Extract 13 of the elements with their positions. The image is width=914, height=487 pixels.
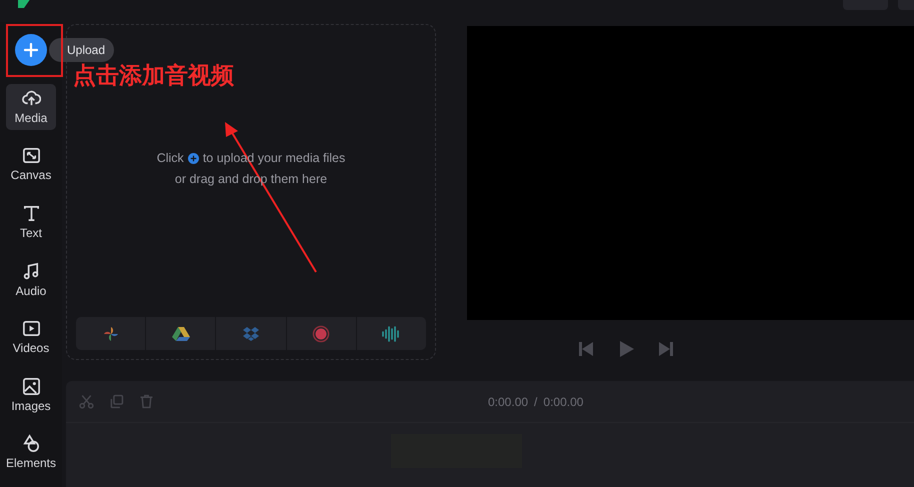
annotation-text: 点击添加音视频 xyxy=(73,61,234,90)
sidebar-item[interactable]: Audio xyxy=(6,256,56,302)
current-time: 0:00.00 xyxy=(488,394,528,408)
upload-tooltip: Upload xyxy=(49,38,114,62)
sidebar-item[interactable]: Text xyxy=(6,199,56,245)
total-time: 0:00.00 xyxy=(543,394,584,408)
sidebar-item[interactable]: Elements xyxy=(6,429,56,476)
sidebar-item[interactable]: Videos xyxy=(6,314,56,360)
time-separator: / xyxy=(534,394,538,408)
sidebar-item[interactable]: Images xyxy=(6,372,56,418)
hint-text: Click xyxy=(156,151,184,165)
sidebar-item[interactable]: Canvas xyxy=(6,142,56,188)
sidebar-item[interactable]: Media xyxy=(6,84,56,130)
